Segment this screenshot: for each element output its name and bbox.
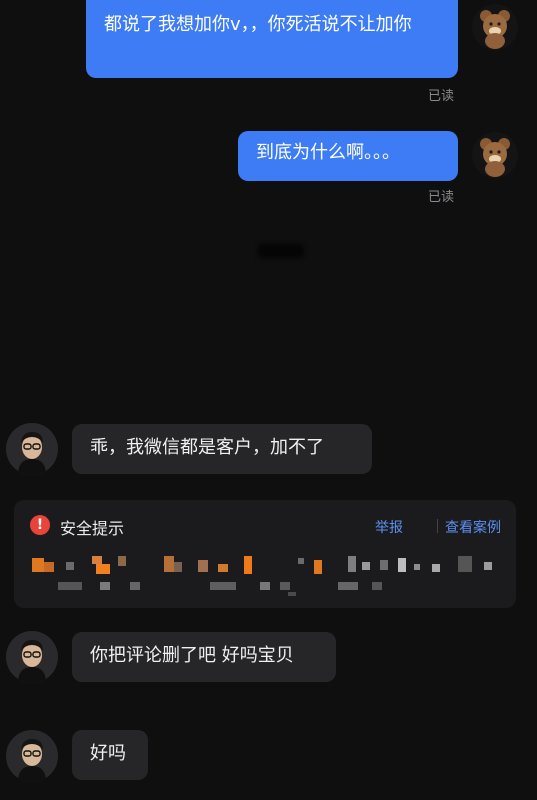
- security-notice-card: ! 安全提示 举报 查看案例: [14, 500, 516, 608]
- received-message-2[interactable]: 你把评论删了吧 好吗宝贝: [72, 632, 336, 682]
- message-text: 你把评论删了吧 好吗宝贝: [90, 645, 294, 666]
- person-avatar-icon: [6, 423, 58, 475]
- bear-avatar-icon: [480, 138, 510, 177]
- sent-message-2[interactable]: 到底为什么啊。。。: [238, 131, 458, 181]
- redacted-notice-text: [14, 500, 516, 608]
- message-text: 都说了我想加你v，，你死活说不让加你: [104, 14, 412, 35]
- self-avatar[interactable]: [472, 4, 518, 50]
- message-text: 到底为什么啊。。。: [256, 142, 400, 163]
- contact-avatar[interactable]: [6, 631, 58, 683]
- person-avatar-icon: [6, 730, 58, 782]
- person-avatar-icon: [6, 631, 58, 683]
- sent-message-1[interactable]: 都说了我想加你v，，你死活说不让加你: [86, 0, 458, 78]
- read-status: 已读: [428, 190, 455, 205]
- received-message-3[interactable]: 好吗: [72, 730, 148, 780]
- redacted-timestamp: [258, 244, 304, 258]
- message-text: 好吗: [90, 743, 126, 764]
- bear-avatar-icon: [480, 10, 510, 49]
- message-text: 乖，我微信都是客户，加不了: [90, 437, 324, 458]
- contact-avatar[interactable]: [6, 730, 58, 782]
- read-status: 已读: [428, 89, 455, 104]
- contact-avatar[interactable]: [6, 423, 58, 475]
- received-message-1[interactable]: 乖，我微信都是客户，加不了: [72, 424, 372, 474]
- self-avatar[interactable]: [472, 132, 518, 178]
